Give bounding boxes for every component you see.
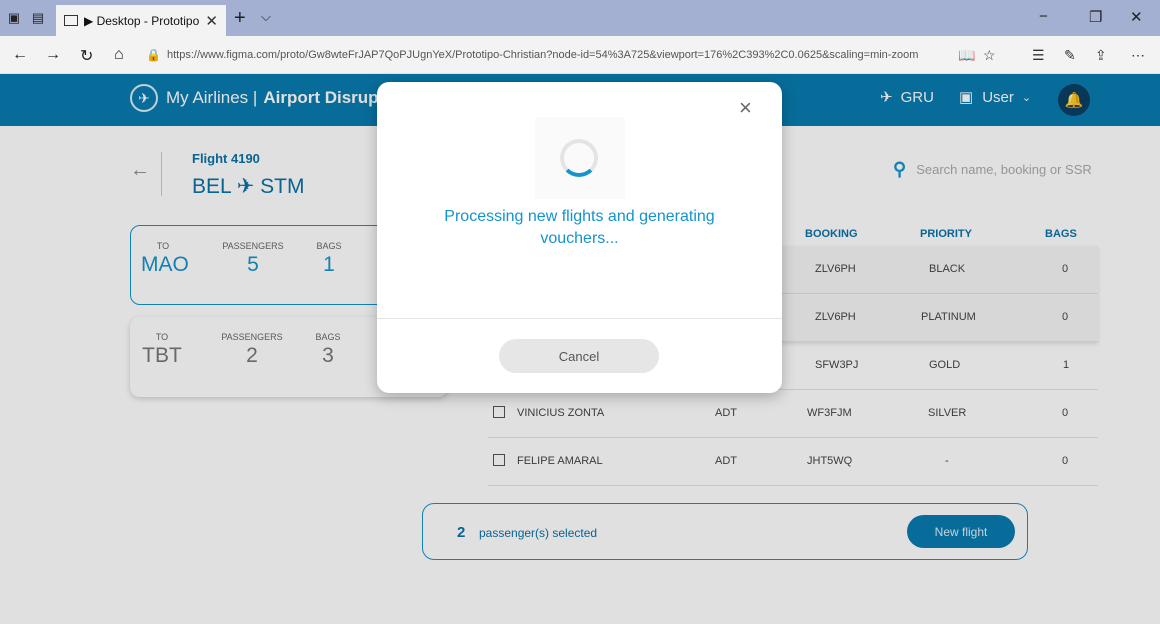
restore-icon[interactable]: ❐	[1089, 8, 1102, 26]
modal-divider	[377, 318, 782, 319]
forward-icon[interactable]: →	[45, 46, 61, 64]
url-text: https://www.figma.com/proto/Gw8wteFrJAP7…	[167, 49, 919, 61]
more-icon[interactable]: ⋯	[1131, 47, 1145, 64]
app-viewport: ✈ My Airlines | Airport Disruptio ✈ GRU …	[0, 74, 1160, 624]
favorite-star-icon[interactable]: ☆	[983, 47, 996, 64]
cancel-button[interactable]: Cancel	[499, 339, 659, 373]
browser-address-bar: ← → ↻ ⌂ 🔒 https://www.figma.com/proto/Gw…	[0, 36, 1160, 74]
tab-actions-icon[interactable]: ▣	[6, 10, 22, 26]
back-icon[interactable]: ←	[12, 46, 28, 64]
processing-modal: × Processing new flights and generating …	[377, 82, 782, 393]
pen-icon[interactable]: ✎	[1064, 47, 1076, 64]
share-icon[interactable]: ⇪	[1095, 47, 1107, 64]
tab-close-icon[interactable]: ✕	[205, 12, 218, 30]
minimize-icon[interactable]: −	[1039, 8, 1048, 25]
home-icon[interactable]: ⌂	[114, 46, 124, 64]
browser-tab-active[interactable]: ▶ Desktop - Prototipo ( ✕	[56, 5, 226, 36]
lock-icon: 🔒	[146, 48, 161, 62]
processing-message: Processing new flights and generating vo…	[444, 208, 715, 247]
refresh-icon[interactable]: ↻	[80, 46, 93, 66]
tab-title: ▶ Desktop - Prototipo (	[84, 13, 202, 28]
loading-area	[535, 117, 625, 199]
loading-spinner-icon	[560, 139, 598, 177]
new-tab-icon[interactable]: +	[234, 7, 246, 30]
page-icon	[64, 15, 78, 26]
tab-list-chevron-icon[interactable]: ⌵	[261, 9, 271, 25]
close-icon[interactable]: ×	[739, 95, 752, 121]
reading-view-icon[interactable]: 📖	[958, 47, 975, 64]
set-aside-tabs-icon[interactable]: ▤	[30, 10, 46, 26]
window-close-icon[interactable]: ✕	[1130, 8, 1143, 26]
url-field[interactable]: 🔒 https://www.figma.com/proto/Gw8wteFrJA…	[146, 42, 996, 68]
favorites-list-icon[interactable]: ☰	[1032, 47, 1045, 64]
browser-tab-strip: ▣ ▤ ▶ Desktop - Prototipo ( ✕ + ⌵ − ❐ ✕	[0, 0, 1160, 36]
